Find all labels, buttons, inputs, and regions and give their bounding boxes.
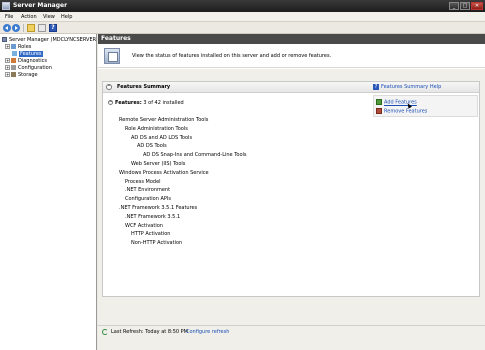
features-large-icon <box>104 48 120 64</box>
features-summary-help-link[interactable]: ? Features Summary Help <box>373 83 441 91</box>
last-refresh-text: Last Refresh: Today at 8:50 PM <box>111 329 188 335</box>
tree-item-roles[interactable]: + Roles <box>5 44 31 51</box>
feature-item: AD DS Tools <box>137 143 167 150</box>
features-count-line: ^ Features: 3 of 42 installed <box>108 100 184 107</box>
installed-count: 3 of 42 installed <box>143 100 184 106</box>
expand-icon[interactable]: + <box>5 44 10 49</box>
tree-item-diagnostics[interactable]: + Diagnostics <box>5 58 47 65</box>
minimize-button[interactable]: _ <box>449 2 459 10</box>
close-button[interactable]: ✕ <box>471 2 483 10</box>
collapse-icon[interactable]: ^ <box>108 100 113 105</box>
navigation-tree: Server Manager (MDCLYNCSERVER + Roles Fea… <box>0 34 97 350</box>
expand-icon[interactable]: + <box>5 72 10 77</box>
tree-item-configuration[interactable]: + Configuration <box>5 65 52 72</box>
section-title: Features Summary <box>117 84 171 90</box>
properties-icon[interactable] <box>38 24 46 32</box>
feature-item: Windows Process Activation Service <box>119 169 209 176</box>
feature-item: Remote Server Administration Tools <box>119 117 209 123</box>
refresh-icon[interactable] <box>102 329 108 335</box>
status-bar: Last Refresh: Today at 8:50 PM Configure… <box>98 325 485 350</box>
server-icon <box>2 37 7 42</box>
roles-icon <box>11 44 16 49</box>
help-icon[interactable]: ? <box>49 24 57 32</box>
expand-icon[interactable]: + <box>5 65 10 70</box>
toolbar-separator <box>23 24 24 32</box>
feature-item: Configuration APIs <box>125 196 172 203</box>
feature-item: Process Model <box>125 178 161 185</box>
maximize-button[interactable]: □ <box>460 2 470 10</box>
expand-icon[interactable]: + <box>5 58 10 63</box>
feature-item: Web Server (IIS) Tools <box>131 161 186 167</box>
window-title: Server Manager <box>13 2 68 9</box>
details-pane: Features View the status of features ins… <box>98 34 485 350</box>
feature-item: .NET Environment <box>125 187 171 194</box>
section-header: ^ Features Summary ? Features Summary Hel… <box>103 82 479 93</box>
actions-box: Add Features Remove Features <box>373 95 478 117</box>
menu-bar: File Action View Help <box>0 12 485 22</box>
menu-action[interactable]: Action <box>21 13 37 21</box>
add-features-icon <box>376 99 382 105</box>
features-summary-section: ^ Features Summary ? Features Summary Hel… <box>102 81 480 297</box>
remove-features-icon <box>376 108 382 114</box>
remove-features-link[interactable]: Remove Features <box>376 108 427 116</box>
server-manager-icon <box>2 2 10 10</box>
features-icon <box>12 51 17 56</box>
feature-item: AD DS and AD LDS Tools <box>131 134 193 141</box>
intro-text: View the status of features installed on… <box>132 53 332 59</box>
tree-item-storage[interactable]: + Storage <box>5 72 38 79</box>
menu-view[interactable]: View <box>43 13 55 21</box>
content-area[interactable]: ^ Features Summary ? Features Summary Hel… <box>98 69 485 325</box>
forward-icon[interactable] <box>12 24 20 32</box>
diagnostics-icon <box>11 58 16 63</box>
pane-title: Features <box>98 34 485 44</box>
configuration-icon <box>11 65 16 70</box>
feature-item: Non-HTTP Activation <box>131 240 183 247</box>
feature-item: .NET Framework 3.5.1 Features <box>119 205 198 211</box>
collapse-icon[interactable]: ^ <box>106 84 112 90</box>
title-bar[interactable]: Server Manager _ □ ✕ <box>0 0 485 12</box>
features-label: Features: <box>115 100 142 106</box>
help-book-icon: ? <box>373 83 379 90</box>
back-icon[interactable] <box>3 24 11 32</box>
tree-item-features[interactable]: Features <box>12 51 43 58</box>
feature-item: Role Administration Tools <box>125 125 188 132</box>
configure-refresh-link[interactable]: Configure refresh <box>186 328 229 336</box>
feature-item: AD DS Snap-Ins and Command-Line Tools <box>143 152 247 159</box>
up-folder-icon[interactable] <box>27 24 35 32</box>
feature-item: .NET Framework 3.5.1 <box>125 213 181 220</box>
toolbar: ? <box>0 22 485 34</box>
menu-file[interactable]: File <box>5 13 13 21</box>
feature-item: WCF Activation <box>125 222 163 229</box>
tree-item-server-manager[interactable]: Server Manager (MDCLYNCSERVER <box>2 37 96 44</box>
intro-banner: View the status of features installed on… <box>98 44 485 68</box>
storage-icon <box>11 72 16 77</box>
feature-item: HTTP Activation <box>131 231 171 238</box>
server-manager-window: Server Manager _ □ ✕ File Action View He… <box>0 0 485 350</box>
menu-help[interactable]: Help <box>61 13 72 21</box>
